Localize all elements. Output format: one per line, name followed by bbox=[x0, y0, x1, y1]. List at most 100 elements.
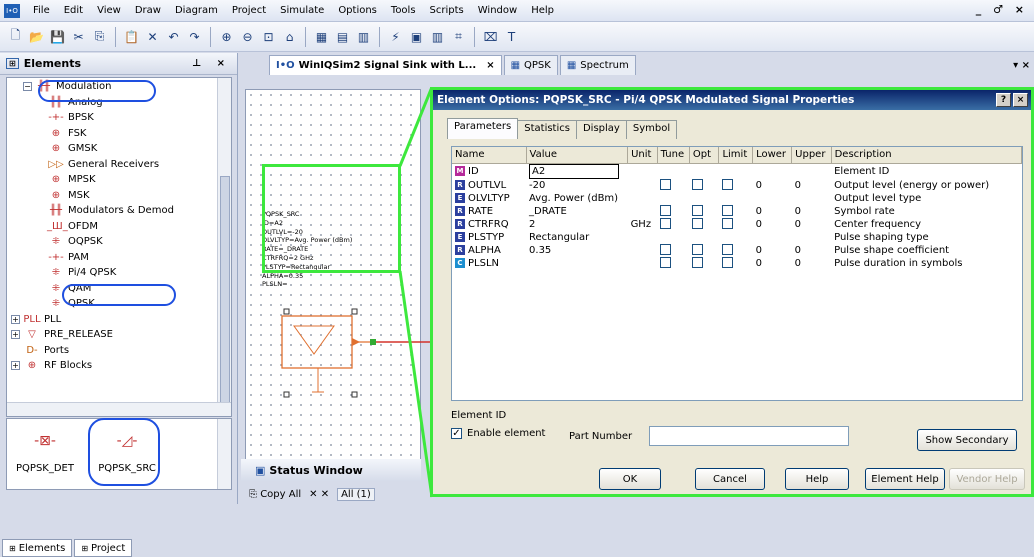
element-help-button[interactable]: Element Help bbox=[865, 468, 945, 490]
limit-checkbox[interactable] bbox=[721, 244, 733, 255]
scroll-thumb[interactable] bbox=[220, 176, 230, 416]
opt-checkbox[interactable] bbox=[692, 205, 704, 216]
table-row[interactable]: C PLSLN 0 0 Pulse duration in symbols bbox=[452, 257, 1022, 270]
param-value-cell[interactable]: 0.35 bbox=[526, 244, 628, 257]
param-value[interactable]: _DRATE bbox=[529, 206, 567, 217]
tree-item[interactable]: ⁜ Pi/4 QPSK bbox=[7, 265, 231, 281]
tree-item[interactable]: ⊕ GMSK bbox=[7, 141, 231, 157]
column-header[interactable]: Unit bbox=[627, 147, 658, 164]
text-icon[interactable]: T bbox=[502, 27, 521, 46]
element-pqpsk-det[interactable]: -⊠- PQPSK_DET bbox=[15, 427, 75, 474]
table-row[interactable]: R RATE _DRATE 0 0 Symbol rate bbox=[452, 205, 1022, 218]
tune-checkbox[interactable] bbox=[660, 218, 672, 229]
enable-element-checkbox[interactable]: ✓ bbox=[451, 428, 462, 439]
copy-all-button[interactable]: ⎘ Copy All bbox=[249, 489, 301, 500]
param-lower[interactable]: 0 bbox=[753, 179, 792, 192]
help-button[interactable]: Help bbox=[785, 468, 849, 490]
tune-checkbox[interactable] bbox=[660, 179, 672, 190]
param-upper[interactable]: 0 bbox=[792, 179, 831, 192]
param-upper[interactable] bbox=[792, 192, 831, 205]
menu-draw[interactable]: Draw bbox=[128, 0, 168, 22]
tab-spectrum[interactable]: ▦ Spectrum bbox=[559, 55, 636, 75]
save-icon[interactable]: 💾 bbox=[48, 27, 67, 46]
param-value[interactable]: A2 bbox=[529, 163, 620, 179]
delete-icon[interactable]: ✕ bbox=[143, 27, 162, 46]
param-upper[interactable]: 0 bbox=[792, 244, 831, 257]
tune-checkbox[interactable] bbox=[660, 244, 672, 255]
param-lower[interactable] bbox=[753, 192, 792, 205]
param-value[interactable]: -20 bbox=[529, 180, 545, 191]
close-tab-icon[interactable]: × bbox=[486, 60, 494, 71]
param-value-cell[interactable]: Avg. Power (dBm) bbox=[526, 192, 628, 205]
tree-horizontal-scrollbar[interactable] bbox=[7, 402, 231, 416]
collapse-icon[interactable]: − bbox=[23, 82, 32, 92]
menu-window[interactable]: Window bbox=[471, 0, 524, 22]
param-value-cell[interactable]: Rectangular bbox=[526, 231, 628, 244]
zoom-in-icon[interactable]: ⊕ bbox=[217, 27, 236, 46]
tab-statistics[interactable]: Statistics bbox=[517, 120, 577, 139]
param-lower[interactable]: 0 bbox=[753, 205, 792, 218]
element-icon[interactable]: ⌧ bbox=[481, 27, 500, 46]
cut-icon[interactable]: ✂ bbox=[69, 27, 88, 46]
menu-simulate[interactable]: Simulate bbox=[273, 0, 331, 22]
tree-item[interactable]: ⊕ MPSK bbox=[7, 172, 231, 188]
tab-list-close-icon[interactable]: ▾ × bbox=[1013, 60, 1030, 71]
all-filter-button[interactable]: All (1) bbox=[337, 488, 375, 501]
strip-scrollbar[interactable] bbox=[217, 419, 231, 489]
open-folder-icon[interactable]: 📂 bbox=[27, 27, 46, 46]
column-header[interactable]: Tune bbox=[657, 147, 690, 164]
help-icon[interactable]: ? bbox=[996, 93, 1011, 107]
param-value-cell[interactable]: A2 bbox=[526, 163, 628, 179]
param-value-cell[interactable]: _DRATE bbox=[526, 205, 628, 218]
tree-item[interactable]: D- Ports bbox=[7, 343, 231, 359]
tab-elements[interactable]: ⊞ Elements bbox=[2, 539, 73, 557]
param-lower[interactable] bbox=[753, 163, 792, 179]
schematic-icon[interactable]: ⌂ bbox=[280, 27, 299, 46]
tree-item[interactable]: + ⊕ RF Blocks bbox=[7, 358, 231, 374]
ok-button[interactable]: OK bbox=[599, 468, 661, 490]
graph-icon[interactable]: ▤ bbox=[333, 27, 352, 46]
menu-edit[interactable]: Edit bbox=[57, 0, 90, 22]
opt-checkbox[interactable] bbox=[692, 179, 704, 190]
run-icon[interactable]: ⚡ bbox=[386, 27, 405, 46]
tab-display[interactable]: Display bbox=[575, 120, 627, 139]
new-doc-icon[interactable]: 🗋 bbox=[6, 27, 25, 46]
param-upper[interactable]: 0 bbox=[792, 257, 831, 270]
redo-icon[interactable]: ↷ bbox=[185, 27, 204, 46]
tune-icon[interactable]: ▣ bbox=[407, 27, 426, 46]
measure-icon[interactable]: ⌗ bbox=[449, 27, 468, 46]
param-value-cell[interactable] bbox=[526, 257, 628, 270]
table-row[interactable]: M ID A2 Element ID bbox=[452, 163, 1022, 179]
copy-icon[interactable]: ⎘ bbox=[90, 27, 109, 46]
tree-vertical-scrollbar[interactable] bbox=[217, 78, 231, 416]
cancel-button[interactable]: Cancel bbox=[695, 468, 765, 490]
opt-checkbox[interactable] bbox=[692, 218, 704, 229]
param-lower[interactable]: 0 bbox=[753, 218, 792, 231]
tree-item[interactable]: -+- BPSK bbox=[7, 110, 231, 126]
zoom-fit-icon[interactable]: ⊡ bbox=[259, 27, 278, 46]
tree-item[interactable]: _Ш_ OFDM bbox=[7, 219, 231, 235]
column-header[interactable]: Value bbox=[526, 147, 629, 164]
part-number-input[interactable] bbox=[649, 426, 849, 446]
param-value[interactable]: 0.35 bbox=[529, 245, 551, 256]
limit-checkbox[interactable] bbox=[721, 218, 733, 229]
undo-icon[interactable]: ↶ bbox=[164, 27, 183, 46]
tree-item[interactable]: + PLL PLL bbox=[7, 312, 231, 328]
param-value-cell[interactable]: 2 bbox=[526, 218, 628, 231]
tab-project[interactable]: ⊞ Project bbox=[74, 539, 133, 557]
tab-qpsk[interactable]: ▦ QPSK bbox=[503, 55, 558, 75]
menu-scripts[interactable]: Scripts bbox=[423, 0, 471, 22]
menu-view[interactable]: View bbox=[90, 0, 128, 22]
tab-symbol[interactable]: Symbol bbox=[625, 120, 678, 139]
column-header[interactable]: Description bbox=[831, 147, 1022, 164]
show-secondary-button[interactable]: Show Secondary bbox=[917, 429, 1017, 451]
limit-checkbox[interactable] bbox=[721, 257, 733, 268]
param-lower[interactable] bbox=[753, 231, 792, 244]
expand-icon[interactable]: + bbox=[11, 314, 20, 324]
menu-tools[interactable]: Tools bbox=[384, 0, 423, 22]
param-upper[interactable] bbox=[792, 231, 831, 244]
param-value-cell[interactable]: -20 bbox=[526, 179, 628, 192]
column-header[interactable]: Opt bbox=[689, 147, 720, 164]
opt-checkbox[interactable] bbox=[692, 244, 704, 255]
column-header[interactable]: Lower bbox=[752, 147, 793, 164]
